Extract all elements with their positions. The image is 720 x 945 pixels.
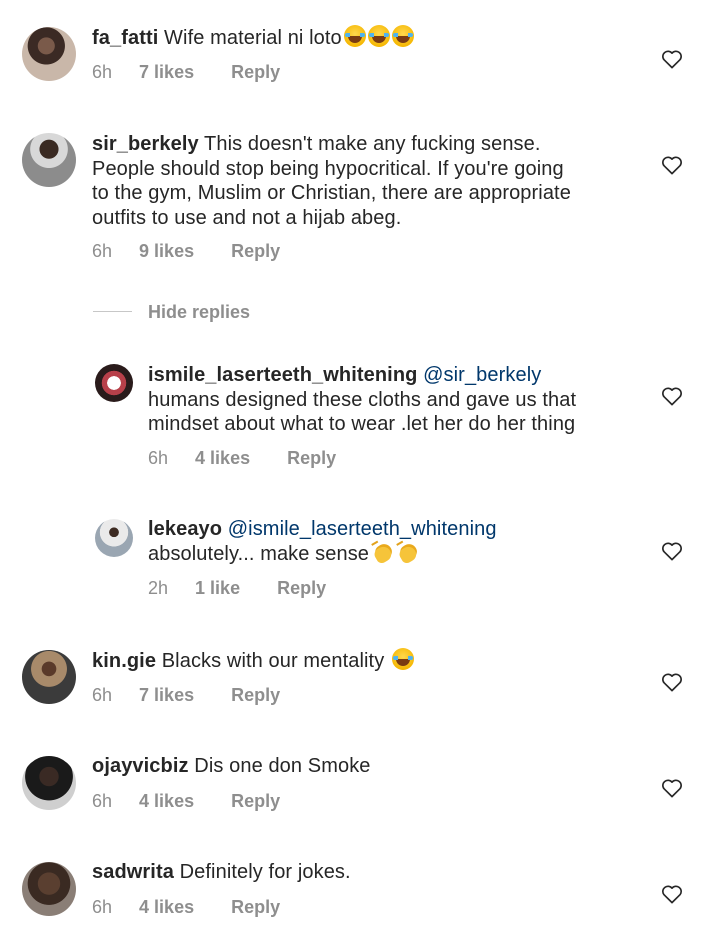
mention-link[interactable]: @sir_berkely <box>423 364 541 386</box>
comment-text: This doesn't make any fucking sense. <box>204 133 541 155</box>
reply-button[interactable]: Reply <box>231 685 280 705</box>
comment-text-line: outfits to use and not a hijab abeg. <box>92 206 402 229</box>
comment-time: 6h <box>92 897 113 917</box>
avatar[interactable] <box>22 862 76 916</box>
comment-text-line: humans designed these cloths and gave us… <box>148 388 577 411</box>
comment-meta: 6h 7 likes Reply <box>92 685 312 706</box>
replies-divider <box>93 311 132 312</box>
comment-time: 2h <box>148 578 169 598</box>
comment-likes[interactable]: 9 likes <box>139 241 194 261</box>
comment-likes[interactable]: 7 likes <box>139 62 194 82</box>
comment-time: 6h <box>92 241 113 261</box>
comment-meta: 6h 4 likes Reply <box>148 448 368 469</box>
mention-link[interactable]: @ismile_laserteeth_whitening <box>228 518 497 540</box>
comment-likes[interactable]: 4 likes <box>139 791 194 811</box>
comment-text: Dis one don Smoke <box>194 755 371 777</box>
heart-icon[interactable] <box>661 49 683 69</box>
reply-button[interactable]: Reply <box>287 448 336 468</box>
clapping-hands-emoji-icon <box>397 542 419 564</box>
clapping-hands-emoji-icon <box>372 542 394 564</box>
comment-username[interactable]: ismile_laserteeth_whitening <box>148 364 417 386</box>
comment-body: ismile_laserteeth_whitening @sir_berkely… <box>148 363 648 437</box>
comment-time: 6h <box>92 62 113 82</box>
comment-username[interactable]: fa_fatti <box>92 27 158 49</box>
reply-button[interactable]: Reply <box>277 578 326 598</box>
laughing-tears-emoji-icon <box>367 25 390 47</box>
avatar[interactable] <box>95 364 133 402</box>
reply-button[interactable]: Reply <box>231 241 280 261</box>
comment-text: Blacks with our mentality <box>161 650 385 672</box>
heart-icon[interactable] <box>661 541 683 561</box>
comment-body: fa_fatti Wife material ni loto <box>92 25 652 51</box>
comment-username[interactable]: ojayvicbiz <box>92 755 189 777</box>
comment-meta: 6h 4 likes Reply <box>92 897 312 918</box>
heart-icon[interactable] <box>661 386 683 406</box>
avatar[interactable] <box>22 133 76 187</box>
comment-meta: 2h 1 like Reply <box>148 578 358 599</box>
comment-body: lekeayo @ismile_laserteeth_whitening abs… <box>148 517 648 566</box>
comment-username[interactable]: sir_berkely <box>92 133 199 155</box>
heart-icon[interactable] <box>661 672 683 692</box>
comment-text-line: to the gym, Muslim or Christian, there a… <box>92 182 571 204</box>
comment-username[interactable]: kin.gie <box>92 650 156 672</box>
comment-likes[interactable]: 1 like <box>195 578 240 598</box>
comment-likes[interactable]: 4 likes <box>139 897 194 917</box>
comment-text: absolutely... make sense <box>148 542 370 565</box>
reply-button[interactable]: Reply <box>231 791 280 811</box>
hide-replies-button[interactable]: Hide replies <box>148 302 250 323</box>
laughing-tears-emoji-icon <box>343 25 366 47</box>
heart-icon[interactable] <box>661 778 683 798</box>
comment-time: 6h <box>92 791 113 811</box>
avatar[interactable] <box>95 519 133 557</box>
reply-button[interactable]: Reply <box>231 897 280 917</box>
comment-likes[interactable]: 4 likes <box>195 448 250 468</box>
comment-meta: 6h 7 likes Reply <box>92 62 312 83</box>
laughing-tears-emoji-icon <box>391 648 414 670</box>
laughing-tears-emoji-icon <box>391 25 414 47</box>
comment-body: kin.gie Blacks with our mentality <box>92 648 652 674</box>
comment-text: Definitely for jokes. <box>179 861 351 883</box>
comment-time: 6h <box>148 448 169 468</box>
comment-body: sadwrita Definitely for jokes. <box>92 860 652 885</box>
comment-body: sir_berkely This doesn't make any fuckin… <box>92 132 652 230</box>
comment-text: Wife material ni loto <box>164 27 342 49</box>
reply-button[interactable]: Reply <box>231 62 280 82</box>
heart-icon[interactable] <box>661 884 683 904</box>
comment-time: 6h <box>92 685 113 705</box>
comment-meta: 6h 9 likes Reply <box>92 241 312 262</box>
heart-icon[interactable] <box>661 155 683 175</box>
comment-username[interactable]: lekeayo <box>148 518 222 540</box>
avatar[interactable] <box>22 650 76 704</box>
avatar[interactable] <box>22 756 76 810</box>
comment-username[interactable]: sadwrita <box>92 861 174 883</box>
avatar[interactable] <box>22 27 76 81</box>
comment-text-line: mindset about what to wear .let her do h… <box>148 413 576 435</box>
comment-body: ojayvicbiz Dis one don Smoke <box>92 754 652 779</box>
comment-text-line: People should stop being hypocritical. I… <box>92 157 564 180</box>
comment-likes[interactable]: 7 likes <box>139 685 194 705</box>
comment-meta: 6h 4 likes Reply <box>92 791 312 812</box>
